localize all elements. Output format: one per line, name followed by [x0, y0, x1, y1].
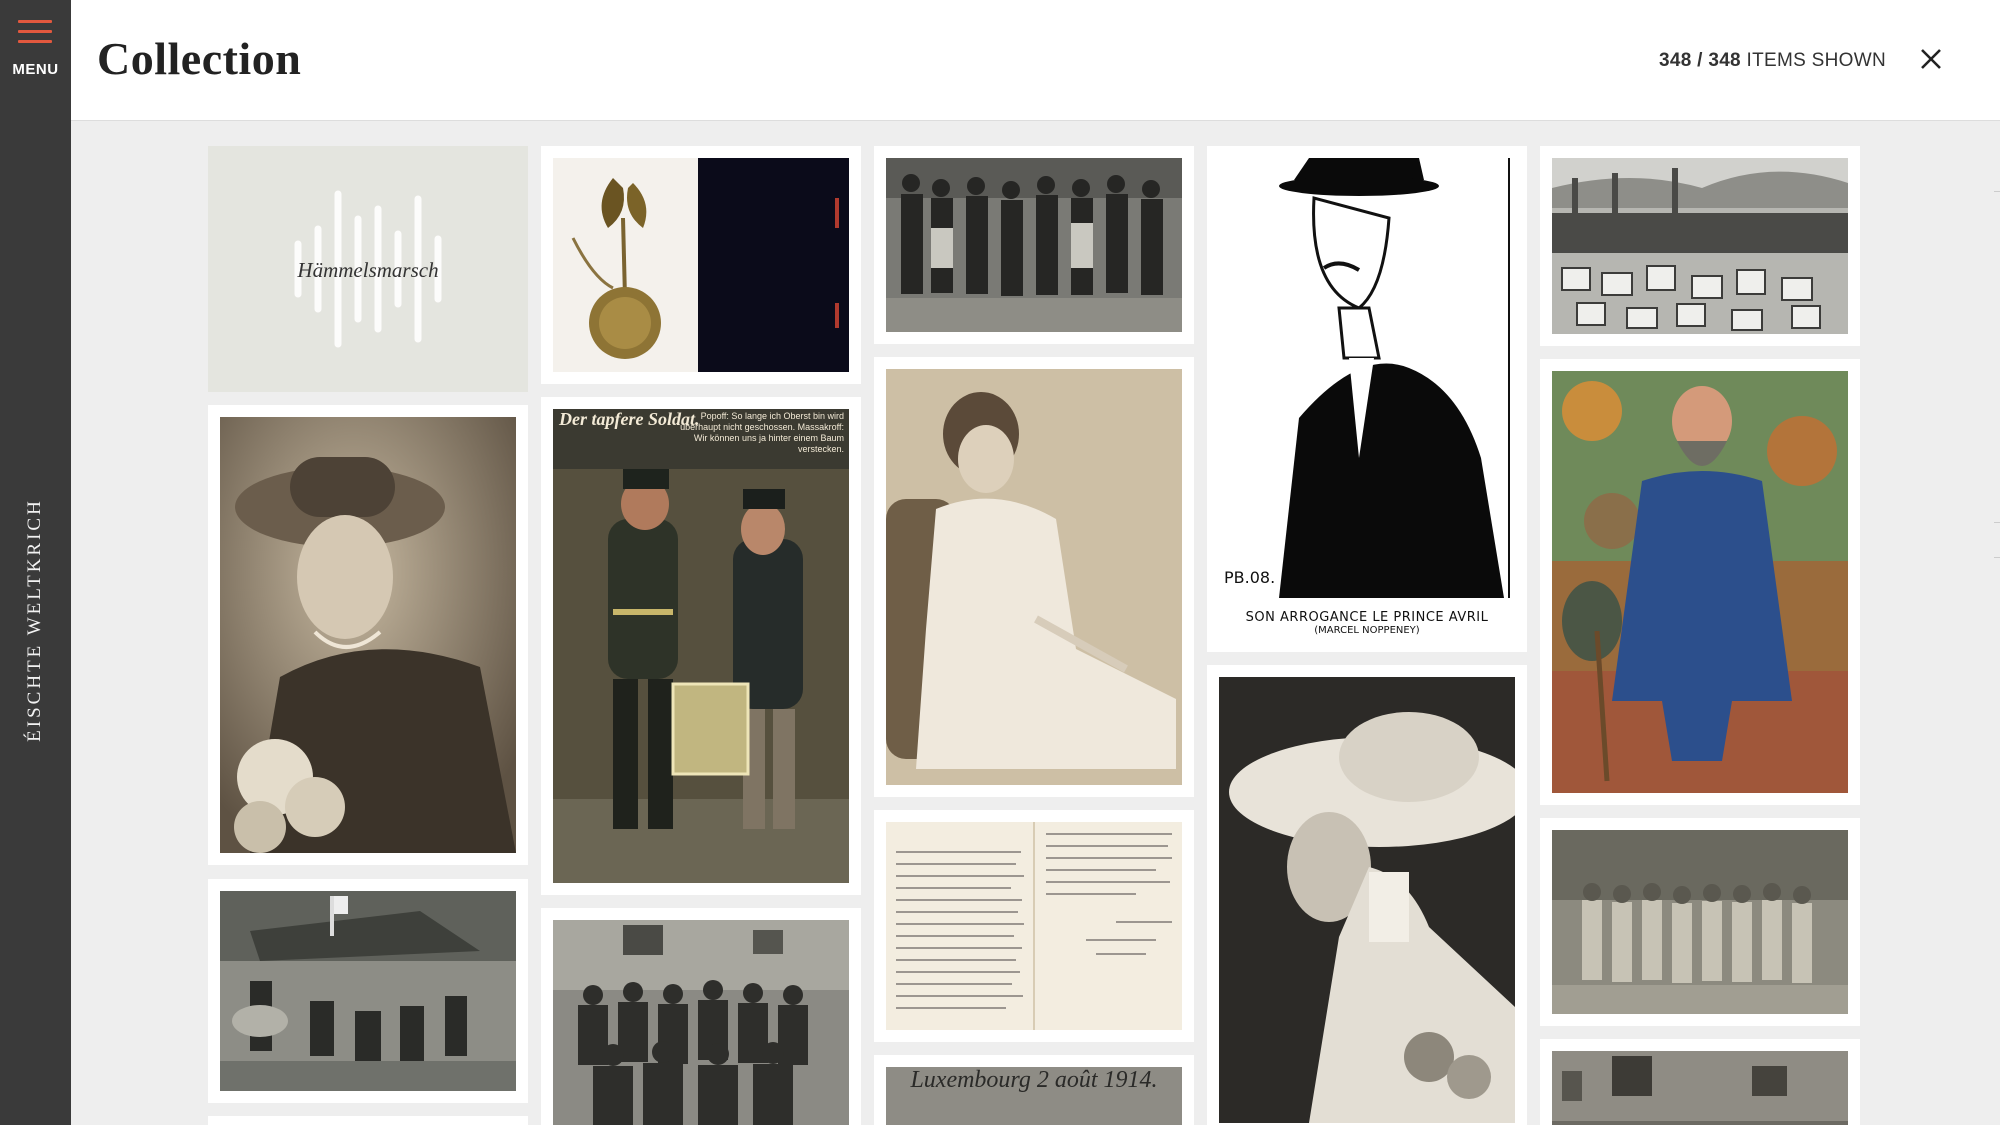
photo-luxembourg-1914: Luxembourg 2 août 1914. [886, 1067, 1182, 1125]
photo-industrial-town [1552, 158, 1848, 334]
photo-card-luxembourg[interactable]: Luxembourg 2 août 1914. [874, 1055, 1194, 1125]
photo-card-woman-large-hat[interactable] [1207, 665, 1529, 1125]
photo-card-workers[interactable] [874, 146, 1194, 344]
photo-seated-woman-in-white-dress [886, 369, 1182, 785]
card-partial[interactable] [208, 1116, 528, 1125]
caricature-drawing: PB.08. SON ARROGANCE LE PRINCE AVRIL (MA… [1219, 158, 1515, 640]
photo-woman-in-large-hat [1219, 677, 1529, 1123]
close-icon[interactable] [1917, 45, 1945, 73]
audio-item-title[interactable]: Hämmelsmarsch [208, 258, 528, 283]
photo-officers-in-garden [1552, 830, 1848, 1014]
handwritten-letter [886, 822, 1182, 1030]
collection-grid: Hämmelsmarsch Der tapfere Soldat. Popoff… [208, 146, 1860, 1125]
caricature-caption-title: SON ARROGANCE LE PRINCE AVRIL [1245, 610, 1489, 625]
sidebar: MENU ÉISCHTE WELTKRICH [0, 0, 71, 1125]
photo-card-industrial-town[interactable] [1540, 146, 1860, 346]
scroll-tick [1994, 557, 2000, 558]
painting-card-portrait-man[interactable] [1540, 359, 1860, 805]
items-count: 348 / 348 ITEMS SHOWN [1658, 50, 1886, 71]
caricature-caption: SON ARROGANCE LE PRINCE AVRIL (MARCEL NO… [1219, 610, 1515, 636]
document-card-letter[interactable] [874, 810, 1194, 1042]
menu-button[interactable]: MENU [0, 0, 71, 95]
photo-luxembourg-inscription: Luxembourg 2 août 1914. [910, 1067, 1158, 1093]
photo-card-officers-garden[interactable] [1540, 818, 1860, 1026]
painting-bearded-man-in-blue-suit [1552, 371, 1848, 793]
site-title[interactable]: ÉISCHTE WELTKRICH [24, 498, 46, 742]
count-total: 348 [1708, 50, 1741, 71]
svg-text:PB.08.: PB.08. [1224, 568, 1275, 587]
caricature-caption-author: (MARCEL NOPPENEY) [1314, 625, 1420, 636]
postcard-card-tapfere-soldat[interactable]: Der tapfere Soldat. Popoff: So lange ich… [541, 397, 861, 895]
photo-card-group-officers[interactable] [541, 908, 861, 1125]
postcard-caption: Popoff: So lange ich Oberst bin wird übe… [680, 411, 844, 454]
photo-soldiers-at-camp [220, 891, 516, 1091]
photo-group-of-workers [886, 158, 1182, 332]
photo-woman-with-hat [220, 417, 516, 853]
postcard-illustration [553, 409, 849, 883]
close-button[interactable] [1917, 45, 1945, 73]
object-card-medal[interactable] [541, 146, 861, 384]
photo-room-interior [1552, 1051, 1848, 1125]
photo-card-woman-hat[interactable] [208, 405, 528, 865]
scroll-tick [1994, 191, 2000, 192]
page-title: Collection [97, 33, 302, 84]
caricature-illustration: PB.08. [1219, 158, 1515, 598]
photo-card-interior[interactable] [1540, 1039, 1860, 1125]
caricature-card-prince-avril[interactable]: PB.08. SON ARROGANCE LE PRINCE AVRIL (MA… [1207, 146, 1527, 652]
audio-item-card[interactable]: Hämmelsmarsch [208, 146, 528, 392]
photo-medal-and-case [553, 158, 849, 372]
postcard-der-tapfere-soldat: Der tapfere Soldat. Popoff: So lange ich… [553, 409, 849, 883]
photo-group-of-soldiers-indoors [553, 920, 849, 1125]
photo-card-soldiers-camp[interactable] [208, 879, 528, 1103]
header: Collection 348 / 348 ITEMS SHOWN [71, 0, 2000, 121]
count-shown: 348 [1658, 50, 1692, 71]
menu-label[interactable]: MENU [0, 61, 71, 78]
hamburger-icon[interactable] [18, 20, 52, 46]
scroll-tick [1994, 522, 2000, 523]
photo-card-seated-woman[interactable] [874, 357, 1194, 797]
count-suffix: ITEMS SHOWN [1746, 50, 1886, 71]
